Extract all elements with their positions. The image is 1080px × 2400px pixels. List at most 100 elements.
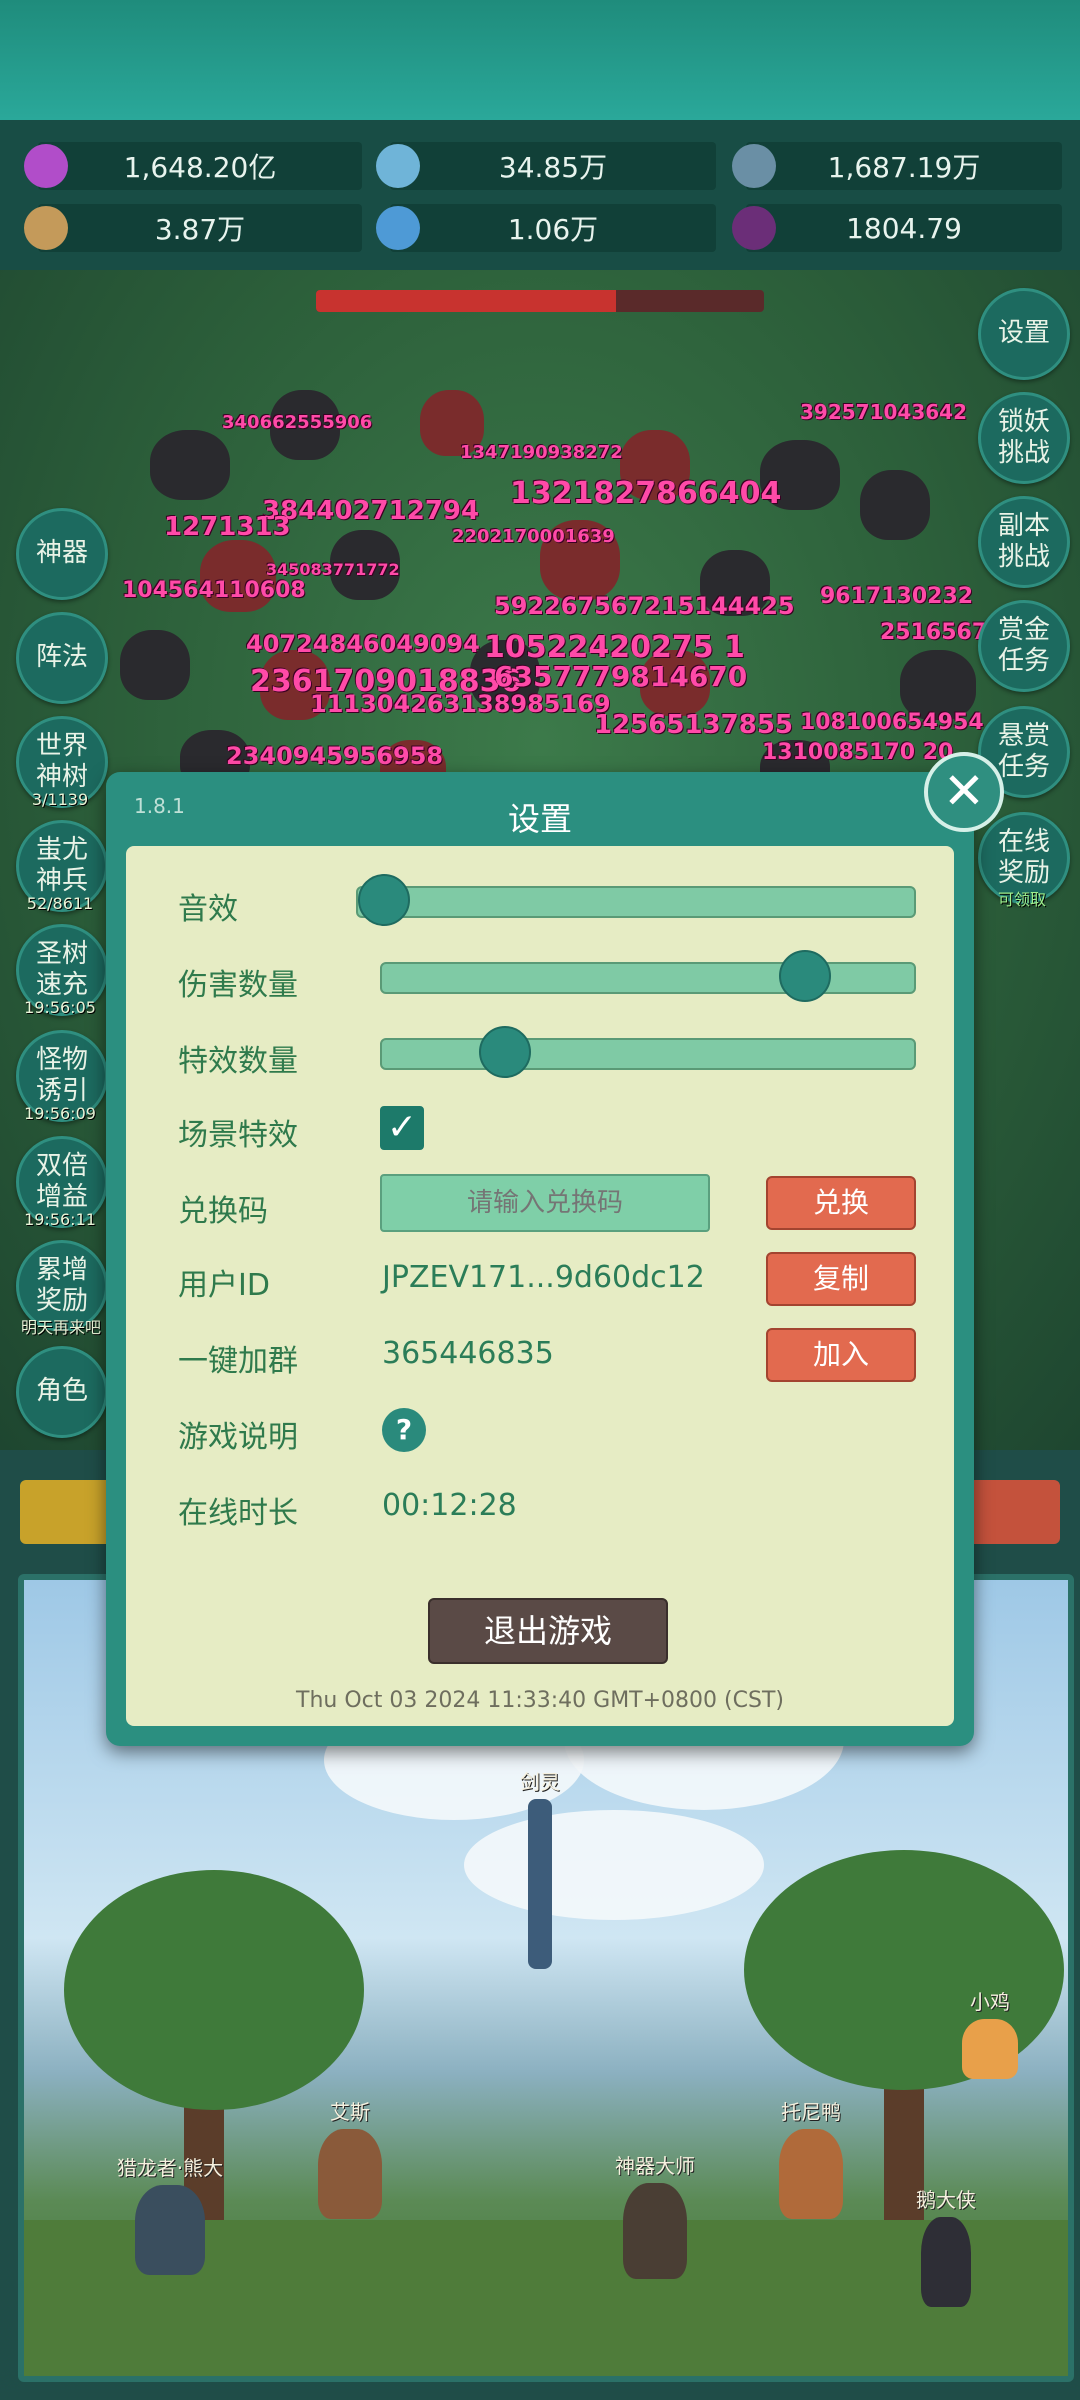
slider-knob[interactable] bbox=[479, 1026, 531, 1078]
blue-crystal-icon bbox=[376, 144, 420, 188]
user-id-value: JPZEV171...9d60dc12 bbox=[382, 1260, 705, 1295]
sound-label: 音效 bbox=[178, 892, 238, 927]
tony-duck-character[interactable]: 托尼鸭 bbox=[756, 2096, 866, 2219]
damage-number: 384402712794 bbox=[262, 496, 480, 526]
dialog-title: 设置 bbox=[507, 800, 572, 838]
boss-hp-fill bbox=[316, 290, 617, 312]
effect-count-slider[interactable] bbox=[380, 1026, 916, 1078]
button-label: 赏金任务 bbox=[997, 614, 1050, 676]
button-label: 锁妖挑战 bbox=[997, 406, 1050, 468]
slider-knob[interactable] bbox=[358, 874, 410, 926]
tree-canopy bbox=[64, 1870, 364, 2110]
copy-button[interactable]: 复制 bbox=[766, 1252, 916, 1306]
artifact-button[interactable]: 神器 bbox=[16, 508, 108, 600]
damage-number: 12565137855 bbox=[594, 710, 793, 740]
resource-crystal: 34.85万 bbox=[376, 142, 716, 190]
settings-button[interactable]: 设置 bbox=[978, 288, 1070, 380]
damage-number: 340662555906 bbox=[222, 412, 373, 433]
redeem-button[interactable]: 兑换 bbox=[766, 1176, 916, 1230]
resource-potion: 1804.79 bbox=[732, 204, 1062, 252]
sound-slider[interactable] bbox=[356, 874, 916, 926]
sword-spirit-character[interactable]: 剑灵 bbox=[500, 1766, 580, 1969]
join-button[interactable]: 加入 bbox=[766, 1328, 916, 1382]
enemy-monster bbox=[860, 470, 930, 540]
button-label: 设置 bbox=[997, 318, 1050, 349]
close-button[interactable]: ✕ bbox=[924, 752, 1004, 832]
tony-duck-sprite bbox=[779, 2129, 843, 2219]
holy-tree-timer: 19:56:05 bbox=[24, 998, 96, 1017]
online-reward-status: 可领取 bbox=[997, 890, 1046, 909]
online-time-value: 00:12:28 bbox=[382, 1488, 517, 1523]
settings-content: 音效 伤害数量 特效数量 场景特效 ✓ 兑换码 兑换 用户ID JPZEV171… bbox=[126, 846, 954, 1726]
damage-number: 1321827866404 bbox=[510, 476, 782, 511]
damage-count-slider[interactable] bbox=[380, 950, 916, 1002]
damage-number: 1271313 bbox=[164, 512, 291, 542]
damage-number: 40724846049094 bbox=[246, 630, 480, 658]
damage-number: 1347190938272 bbox=[460, 442, 623, 463]
damage-number: 9617130232 bbox=[820, 584, 974, 609]
slider-knob[interactable] bbox=[779, 950, 831, 1002]
button-label: 双倍增益 bbox=[35, 1150, 88, 1212]
redeem-code-label: 兑换码 bbox=[178, 1194, 268, 1229]
bounty-gold-task-button[interactable]: 赏金任务 bbox=[978, 600, 1070, 692]
ace-sprite bbox=[318, 2129, 382, 2219]
purple-gem-icon bbox=[24, 144, 68, 188]
button-label: 世界神树 bbox=[35, 730, 88, 792]
resource-scroll: 3.87万 bbox=[24, 204, 362, 252]
exit-game-button[interactable]: 退出游戏 bbox=[428, 1598, 668, 1664]
help-icon[interactable]: ? bbox=[382, 1408, 426, 1452]
button-label: 蚩尤神兵 bbox=[35, 834, 88, 896]
resource-value: 3.87万 bbox=[154, 213, 246, 246]
demon-lock-challenge-button[interactable]: 锁妖挑战 bbox=[978, 392, 1070, 484]
damage-number: 6357779814670 bbox=[494, 660, 748, 693]
formation-button[interactable]: 阵法 bbox=[16, 612, 108, 704]
resource-value: 1,687.19万 bbox=[827, 151, 981, 184]
chiyou-weapon-progress: 52/8611 bbox=[26, 894, 94, 913]
double-buff-timer: 19:56:11 bbox=[24, 1210, 96, 1229]
goose-hero-character[interactable]: 鹅大侠 bbox=[896, 2184, 996, 2307]
dragon-hunter-character[interactable]: 猎龙者·熊大 bbox=[80, 2152, 260, 2275]
resource-value: 34.85万 bbox=[498, 151, 608, 184]
resource-ice: 1.06万 bbox=[376, 204, 716, 252]
damage-count-label: 伤害数量 bbox=[178, 968, 298, 1003]
chicken-character[interactable]: 小鸡 bbox=[950, 1986, 1030, 2079]
world-tree-progress: 3/1139 bbox=[31, 790, 89, 809]
button-label: 累增奖励 bbox=[35, 1254, 88, 1316]
effect-count-label: 特效数量 bbox=[178, 1044, 298, 1079]
resource-value: 1.06万 bbox=[507, 213, 599, 246]
scene-effects-checkbox[interactable]: ✓ bbox=[380, 1106, 424, 1150]
damage-number: 592267567215144425 bbox=[494, 592, 795, 620]
resource-value: 1,648.20亿 bbox=[123, 151, 277, 184]
button-label: 角色 bbox=[35, 1376, 88, 1407]
character-name: 小鸡 bbox=[970, 1990, 1010, 2014]
planet-orb-icon bbox=[732, 144, 776, 188]
ice-shard-icon bbox=[376, 206, 420, 250]
button-label: 圣树速充 bbox=[35, 938, 88, 1000]
button-label: 怪物诱引 bbox=[35, 1044, 88, 1106]
resource-value: 1804.79 bbox=[846, 211, 962, 245]
redeem-code-input[interactable] bbox=[380, 1174, 710, 1232]
dragon-hunter-sprite bbox=[135, 2185, 205, 2275]
damage-number: 104564110608 bbox=[122, 578, 306, 603]
button-label: 副本挑战 bbox=[997, 510, 1050, 572]
enemy-monster bbox=[120, 630, 190, 700]
damage-number: 108100654954 bbox=[800, 710, 984, 735]
character-button[interactable]: 角色 bbox=[16, 1346, 108, 1438]
join-group-label: 一键加群 bbox=[178, 1344, 298, 1379]
damage-number: 2340945956958 bbox=[226, 742, 444, 770]
damage-number: 1310085170 20 bbox=[762, 740, 954, 765]
dungeon-challenge-button[interactable]: 副本挑战 bbox=[978, 496, 1070, 588]
resource-panel: 1,648.20亿 34.85万 1,687.19万 3.87万 1.06万 1… bbox=[0, 120, 1080, 270]
button-label: 在线奖励 bbox=[997, 826, 1050, 888]
online-time-label: 在线时长 bbox=[178, 1496, 298, 1531]
enemy-monster bbox=[150, 430, 230, 500]
artifact-master-character[interactable]: 神器大师 bbox=[590, 2150, 720, 2279]
resource-gem: 1,648.20亿 bbox=[24, 142, 362, 190]
close-icon: ✕ bbox=[943, 762, 985, 820]
game-guide-label: 游戏说明 bbox=[178, 1420, 298, 1455]
damage-number: 111304263138985169 bbox=[310, 690, 611, 718]
scene-effects-label: 场景特效 bbox=[178, 1118, 298, 1153]
chicken-sprite bbox=[962, 2019, 1018, 2079]
sword-sprite bbox=[528, 1799, 552, 1969]
ace-character[interactable]: 艾斯 bbox=[300, 2096, 400, 2219]
